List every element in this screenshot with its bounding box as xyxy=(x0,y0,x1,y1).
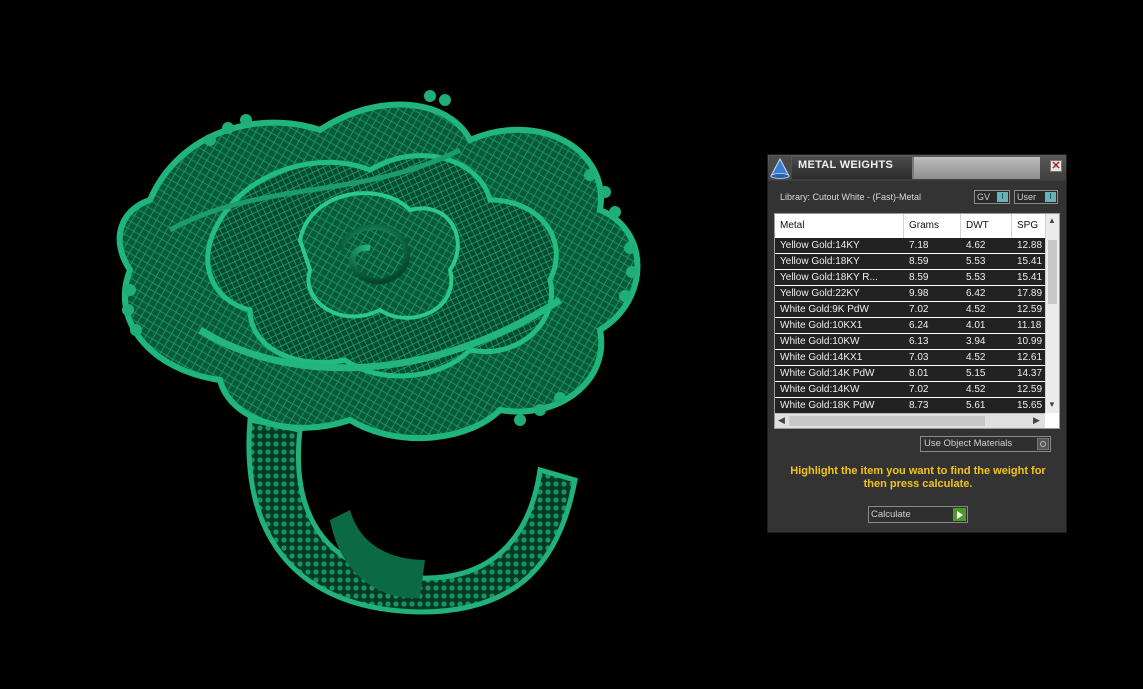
cell-metal: White Gold:14KW xyxy=(780,384,860,395)
play-icon[interactable] xyxy=(953,508,966,521)
cell-metal: White Gold:10KX1 xyxy=(780,320,863,331)
cell-metal: Yellow Gold:18KY xyxy=(780,256,860,267)
cell-dwt: 4.52 xyxy=(966,304,986,315)
calculate-button[interactable]: Calculate xyxy=(868,506,968,523)
cell-dwt: 5.53 xyxy=(966,256,986,267)
column-header-grams[interactable]: Grams xyxy=(904,214,961,238)
user-toggle[interactable]: User I xyxy=(1014,190,1058,204)
table-body: Yellow Gold:14KY 7.18 4.62 12.88 Yellow Gold… xyxy=(775,238,1045,414)
cell-grams: 7.02 xyxy=(909,304,929,315)
table-row[interactable]: White Gold:10KW 6.13 3.94 10.99 xyxy=(775,334,1045,349)
cell-grams: 8.59 xyxy=(909,272,929,283)
cell-metal: White Gold:9K PdW xyxy=(780,304,869,315)
cell-spg: 11.18 xyxy=(1017,320,1042,331)
table-row[interactable]: Yellow Gold:18KY R... 8.59 5.53 15.41 xyxy=(775,270,1045,285)
table-row[interactable]: White Gold:18K PdW 8.73 5.61 15.65 xyxy=(775,398,1045,413)
cell-metal: White Gold:18K PdW xyxy=(780,400,875,411)
radio-icon[interactable] xyxy=(1037,438,1049,450)
cell-spg: 17.89 xyxy=(1017,288,1043,299)
cone-logo-icon xyxy=(769,156,791,180)
cell-grams: 8.73 xyxy=(909,400,929,411)
cell-spg: 14.37 xyxy=(1017,368,1043,379)
cell-dwt: 3.94 xyxy=(966,336,986,347)
cell-dwt: 5.61 xyxy=(966,400,986,411)
cell-spg: 12.59 xyxy=(1017,384,1043,395)
scroll-left-icon[interactable]: ◀ xyxy=(778,415,785,426)
user-toggle-label: User xyxy=(1017,192,1037,202)
viewport-3d[interactable] xyxy=(0,0,760,689)
cell-metal: Yellow Gold:18KY R... xyxy=(780,272,878,283)
column-header-metal[interactable]: Metal xyxy=(775,214,904,238)
gv-toggle-label: GV xyxy=(977,192,991,202)
cell-dwt: 5.53 xyxy=(966,272,986,283)
table-row[interactable]: White Gold:14KW 7.02 4.52 12.59 xyxy=(775,382,1045,397)
cell-dwt: 6.42 xyxy=(966,288,986,299)
cell-grams: 6.13 xyxy=(909,336,929,347)
library-label: Library: Cutout White - (Fast)-Metal xyxy=(780,192,922,202)
panel-title: METAL WEIGHTS xyxy=(798,159,894,171)
use-object-materials-label: Use Object Materials xyxy=(924,438,1013,449)
table-header: Metal Grams DWT SPG xyxy=(775,214,1045,239)
metal-weights-panel: METAL WEIGHTS ✕ Library: Cutout White - … xyxy=(767,154,1067,533)
cell-grams: 8.59 xyxy=(909,256,929,267)
cell-grams: 7.02 xyxy=(909,384,929,395)
cell-dwt: 4.52 xyxy=(966,352,986,363)
table-row[interactable]: White Gold:14K PdW 8.01 5.15 14.37 xyxy=(775,366,1045,381)
cell-grams: 6.24 xyxy=(909,320,929,331)
cell-grams: 7.18 xyxy=(909,240,929,251)
cell-spg: 15.41 xyxy=(1017,272,1043,283)
cell-dwt: 5.15 xyxy=(966,368,986,379)
cell-spg: 12.88 xyxy=(1017,240,1043,251)
use-object-materials-option[interactable]: Use Object Materials xyxy=(920,436,1051,452)
title-tail xyxy=(914,157,1040,179)
cell-spg: 12.59 xyxy=(1017,304,1043,315)
table-row[interactable]: Yellow Gold:14KY 7.18 4.62 12.88 xyxy=(775,238,1045,253)
cell-grams: 9.98 xyxy=(909,288,929,299)
table-row[interactable]: White Gold:10KX1 6.24 4.01 11.18 xyxy=(775,318,1045,333)
scroll-up-icon[interactable]: ▲ xyxy=(1048,216,1056,225)
cell-grams: 7.03 xyxy=(909,352,929,363)
vertical-scroll-thumb[interactable] xyxy=(1048,240,1057,304)
gv-toggle-knob: I xyxy=(997,192,1008,202)
cell-grams: 8.01 xyxy=(909,368,929,379)
column-header-spg[interactable]: SPG xyxy=(1012,214,1045,238)
column-header-dwt[interactable]: DWT xyxy=(961,214,1012,238)
cell-metal: Yellow Gold:14KY xyxy=(780,240,860,251)
cell-metal: White Gold:14K PdW xyxy=(780,368,875,379)
vertical-scrollbar[interactable]: ▲ ▼ xyxy=(1045,214,1059,413)
gv-toggle[interactable]: GV I xyxy=(974,190,1010,204)
table-row[interactable]: White Gold:14KX1 7.03 4.52 12.61 xyxy=(775,350,1045,365)
cell-dwt: 4.01 xyxy=(966,320,986,331)
ring-rose-center xyxy=(297,191,460,320)
instruction-text: Highlight the item you want to find the … xyxy=(790,465,1046,490)
horizontal-scrollbar[interactable]: ◀ ▶ xyxy=(775,413,1045,428)
cell-dwt: 4.62 xyxy=(966,240,986,251)
ring-render xyxy=(116,90,641,615)
cell-spg: 15.65 xyxy=(1017,400,1043,411)
user-toggle-knob: I xyxy=(1045,192,1056,202)
scroll-down-icon[interactable]: ▼ xyxy=(1048,400,1056,409)
panel-titlebar[interactable]: METAL WEIGHTS ✕ xyxy=(768,155,1066,181)
table-row[interactable]: White Gold:9K PdW 7.02 4.52 12.59 xyxy=(775,302,1045,317)
cell-metal: White Gold:14KX1 xyxy=(780,352,863,363)
cell-metal: Yellow Gold:22KY xyxy=(780,288,860,299)
cell-spg: 15.41 xyxy=(1017,256,1043,267)
calculate-label: Calculate xyxy=(871,509,911,520)
table-row[interactable]: Yellow Gold:18KY 8.59 5.53 15.41 xyxy=(775,254,1045,269)
metal-table[interactable]: Metal Grams DWT SPG Yellow Gold:14KY 7.18… xyxy=(774,213,1060,429)
table-row[interactable]: Yellow Gold:22KY 9.98 6.42 17.89 xyxy=(775,286,1045,301)
cell-metal: White Gold:10KW xyxy=(780,336,860,347)
cell-spg: 10.99 xyxy=(1017,336,1043,347)
cell-dwt: 4.52 xyxy=(966,384,986,395)
close-icon[interactable]: ✕ xyxy=(1050,160,1062,172)
cell-spg: 12.61 xyxy=(1017,352,1043,363)
scroll-right-icon[interactable]: ▶ xyxy=(1033,415,1040,426)
horizontal-scroll-thumb[interactable] xyxy=(789,416,985,426)
